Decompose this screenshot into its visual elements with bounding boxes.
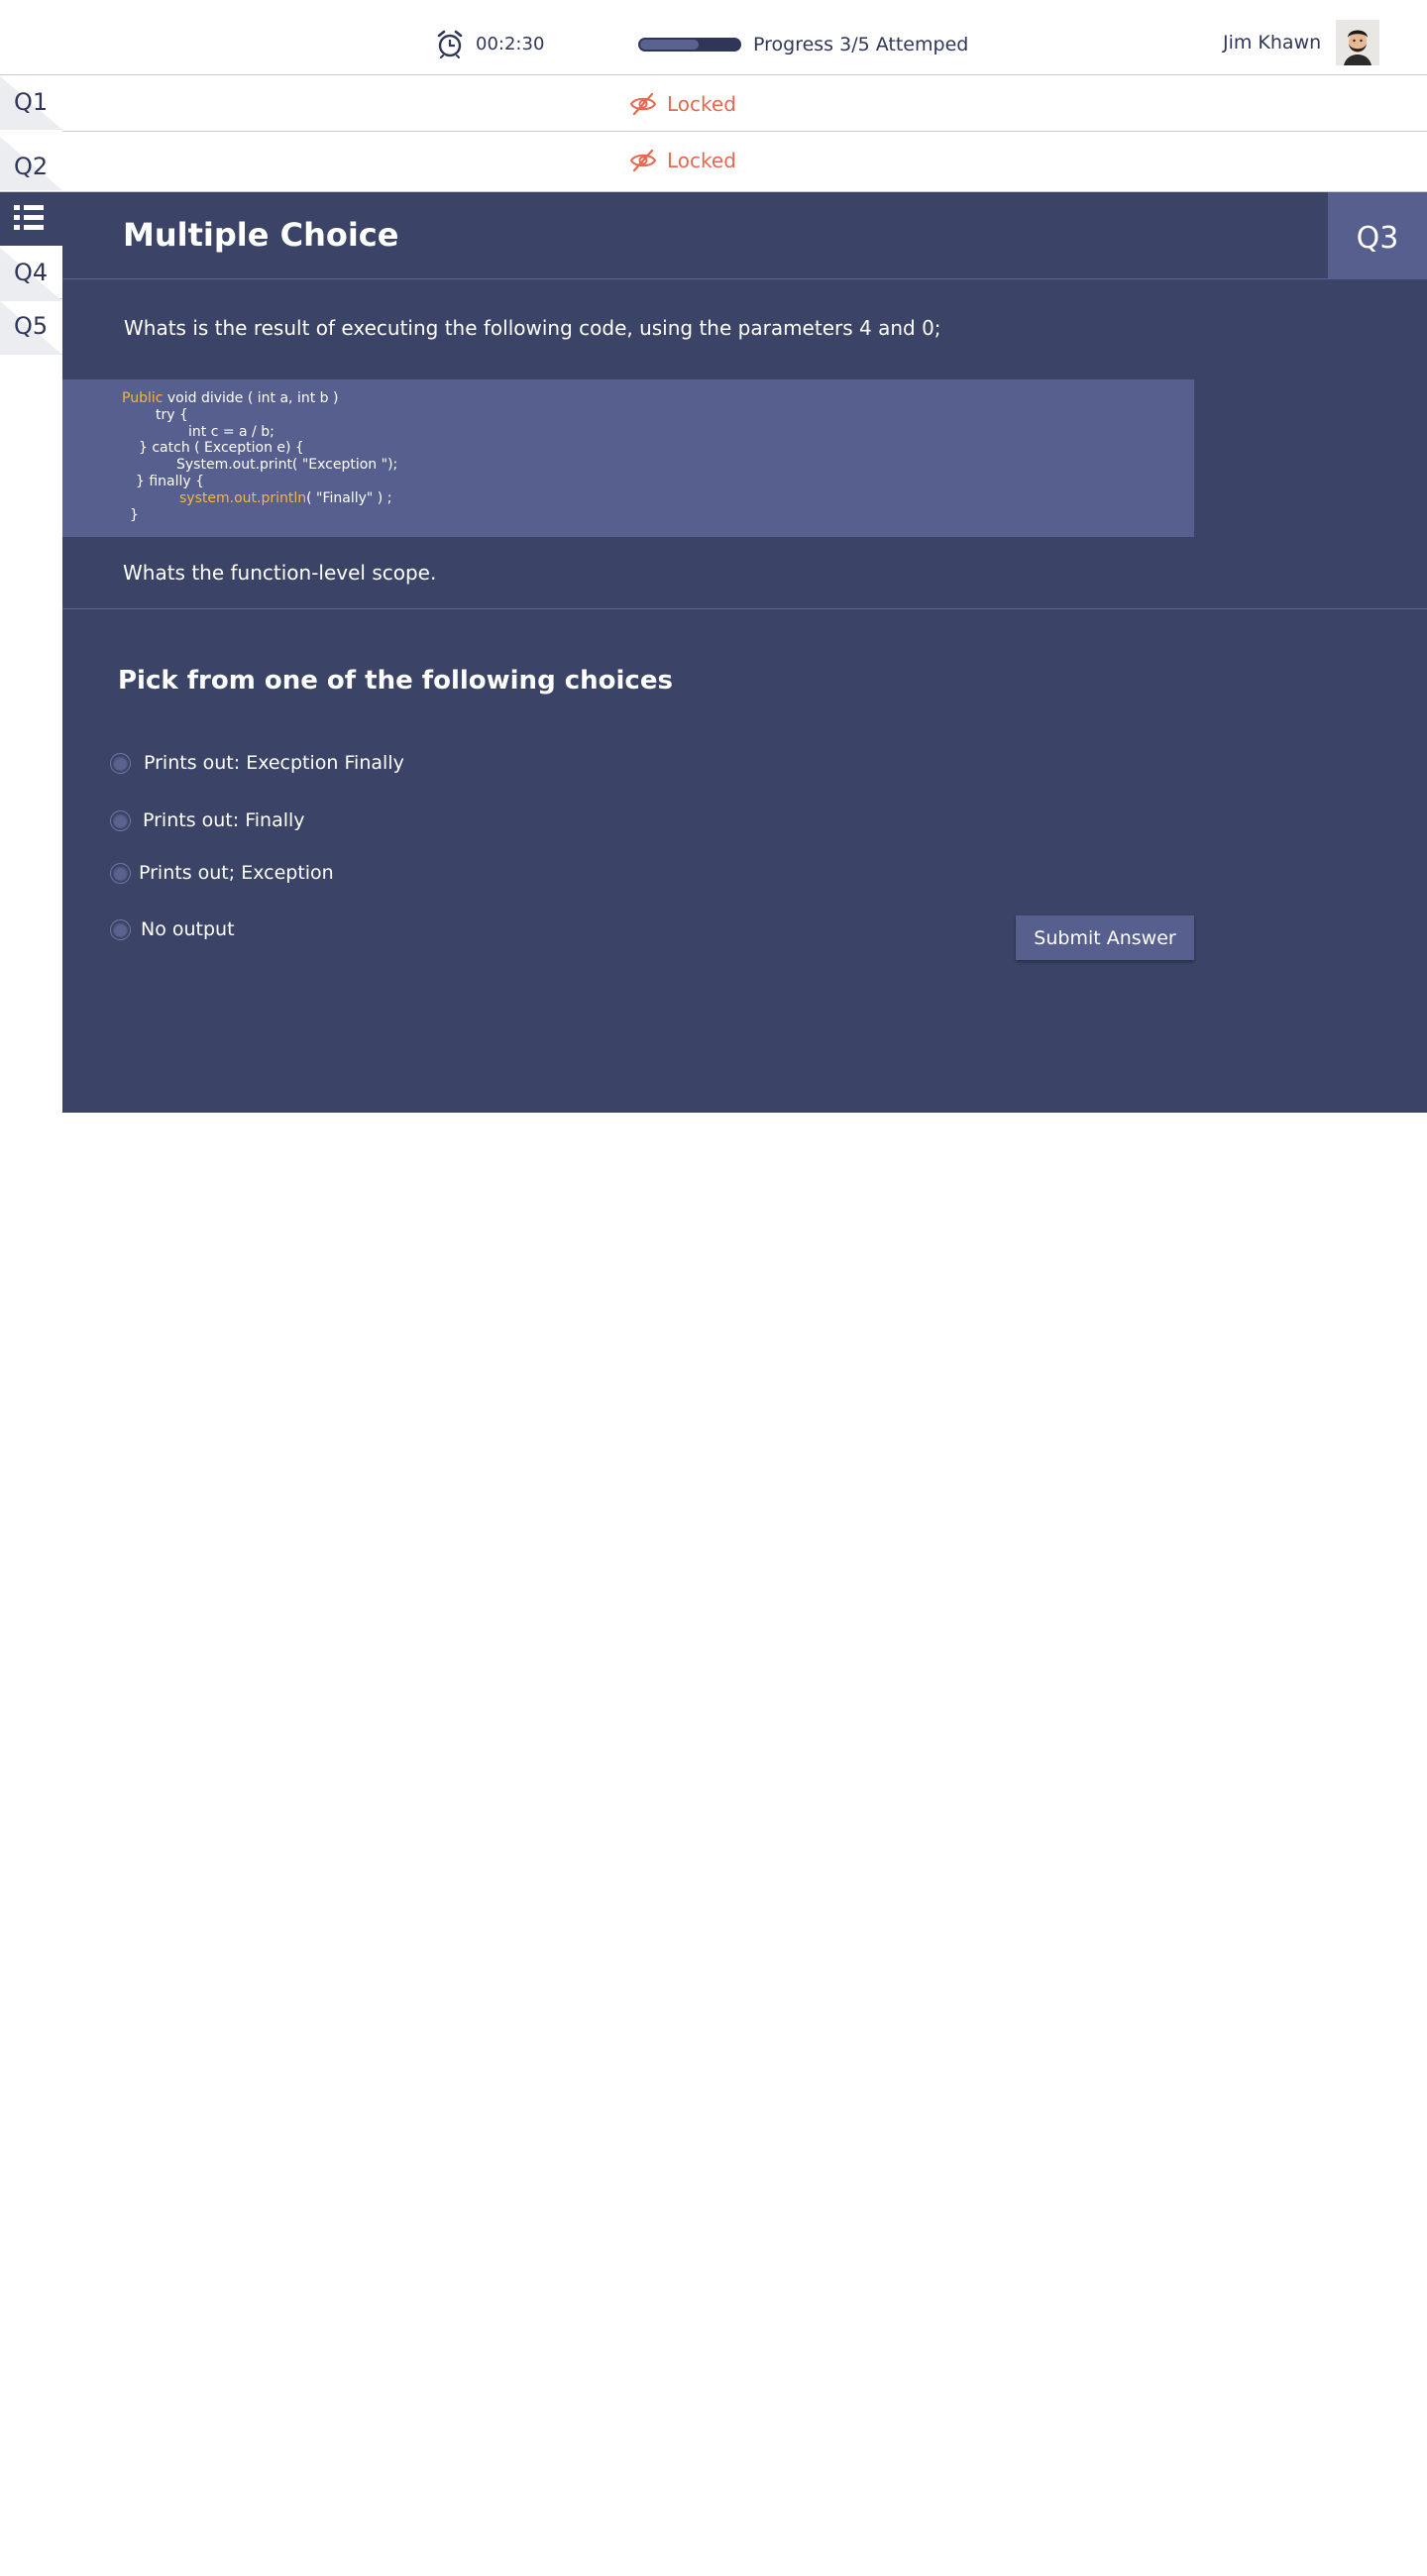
tab-label: Q5 (14, 312, 49, 340)
locked-label: Locked (667, 149, 736, 172)
scope-question-text: Whats the function-level scope. (123, 561, 437, 585)
timer: 00:2:30 (436, 28, 544, 59)
question-panel: Multiple Choice Q3 Whats is the result o… (62, 192, 1427, 1113)
user-portrait-icon (1336, 20, 1379, 65)
code-keyword: system.out.println (179, 490, 307, 506)
code-line: System.out.print( "Exception "); (176, 457, 398, 473)
code-line: try { (156, 407, 188, 423)
radio-button[interactable] (111, 753, 130, 773)
code-keyword: Public (122, 390, 164, 406)
code-text: void divide ( int a, int b ) (163, 390, 339, 406)
top-bar: 00:2:30 Progress 3/5 Attemped Jim Khawn (0, 0, 1427, 75)
radio-button[interactable] (111, 919, 130, 939)
choice-option[interactable]: Prints out; Exception (111, 862, 334, 884)
code-line: int c = a / b; (188, 424, 274, 440)
choice-label: Prints out; Exception (139, 862, 334, 884)
eye-slash-icon (629, 149, 657, 172)
code-line: } catch ( Exception e) { (139, 440, 304, 456)
code-block: Public void divide ( int a, int b ) try … (62, 379, 1194, 537)
choice-option[interactable]: No output (111, 918, 235, 940)
choice-label: No output (141, 918, 235, 940)
progress-indicator: Progress 3/5 Attemped (638, 34, 968, 55)
tab-q1[interactable]: Q1 (0, 76, 62, 130)
choices-heading: Pick from one of the following choices (118, 666, 673, 696)
locked-question-row: Locked (62, 137, 1427, 192)
tab-label: Q1 (14, 88, 49, 116)
page-title: Multiple Choice (123, 216, 399, 254)
tab-label: Q4 (14, 259, 49, 286)
choice-label: Prints out: Execption Finally (144, 752, 404, 774)
tab-label: Q2 (14, 153, 49, 180)
tab-q2[interactable]: Q2 (0, 137, 62, 192)
progress-label: Progress 3/5 Attemped (753, 34, 969, 55)
radio-button[interactable] (111, 810, 130, 830)
choice-option[interactable]: Prints out: Finally (111, 809, 305, 831)
code-line: Public void divide ( int a, int b ) (122, 390, 338, 406)
code-line: } finally { (136, 474, 205, 489)
submit-answer-button[interactable]: Submit Answer (1016, 915, 1194, 960)
alarm-clock-icon (437, 30, 463, 58)
panel-header: Multiple Choice Q3 (62, 192, 1427, 279)
code-line: } (130, 507, 139, 523)
eye-slash-icon (629, 92, 657, 116)
tab-q5[interactable]: Q5 (0, 301, 62, 355)
choice-option[interactable]: Prints out: Execption Finally (111, 752, 404, 774)
locked-indicator: Locked (629, 92, 736, 116)
choice-label: Prints out: Finally (143, 809, 305, 831)
progress-bar (638, 38, 741, 52)
list-icon (14, 204, 44, 232)
question-text: Whats is the result of executing the fol… (124, 316, 941, 340)
locked-indicator: Locked (629, 149, 736, 172)
question-number-badge: Q3 (1328, 192, 1427, 279)
code-line: system.out.println( "Finally" ) ; (179, 490, 391, 506)
tab-question-list[interactable] (0, 192, 62, 246)
locked-label: Locked (667, 92, 736, 116)
radio-button[interactable] (111, 863, 130, 883)
user-name[interactable]: Jim Khawn (1223, 32, 1321, 54)
locked-question-row: Locked (62, 76, 1427, 132)
code-text: ( "Finally" ) ; (306, 490, 392, 506)
progress-bar-fill (640, 40, 700, 50)
timer-value: 00:2:30 (476, 33, 545, 54)
divider (62, 608, 1427, 609)
tab-q4[interactable]: Q4 (0, 248, 62, 301)
avatar[interactable] (1336, 20, 1379, 65)
